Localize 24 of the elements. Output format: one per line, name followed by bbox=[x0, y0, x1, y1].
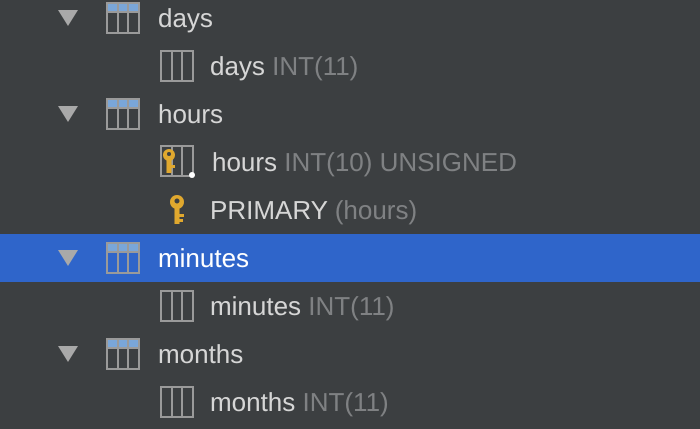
column-label: minutes INT(11) bbox=[210, 290, 394, 322]
expand-arrow-icon[interactable] bbox=[57, 105, 79, 123]
column-icon bbox=[160, 290, 194, 322]
table-name: hours bbox=[158, 98, 224, 130]
table-name: days bbox=[158, 2, 213, 34]
table-node[interactable]: hours bbox=[0, 90, 700, 138]
table-node[interactable]: days bbox=[0, 0, 700, 42]
table-icon bbox=[106, 338, 140, 370]
column-label: months INT(11) bbox=[210, 386, 389, 418]
key-column-icon bbox=[160, 145, 196, 179]
table-icon bbox=[106, 2, 140, 34]
table-name: minutes bbox=[158, 242, 250, 274]
column-label: PRIMARY (hours) bbox=[210, 194, 418, 226]
table-icon bbox=[106, 242, 140, 274]
column-label: hours INT(10) UNSIGNED bbox=[212, 146, 517, 178]
table-node[interactable]: months bbox=[0, 330, 700, 378]
column-icon bbox=[160, 386, 194, 418]
column-label: days INT(11) bbox=[210, 50, 358, 82]
column-icon bbox=[160, 50, 194, 82]
table-name: months bbox=[158, 338, 244, 370]
expand-arrow-icon[interactable] bbox=[57, 9, 79, 27]
table-icon bbox=[106, 98, 140, 130]
table-node[interactable]: minutes bbox=[0, 234, 700, 282]
expand-arrow-icon[interactable] bbox=[57, 345, 79, 363]
